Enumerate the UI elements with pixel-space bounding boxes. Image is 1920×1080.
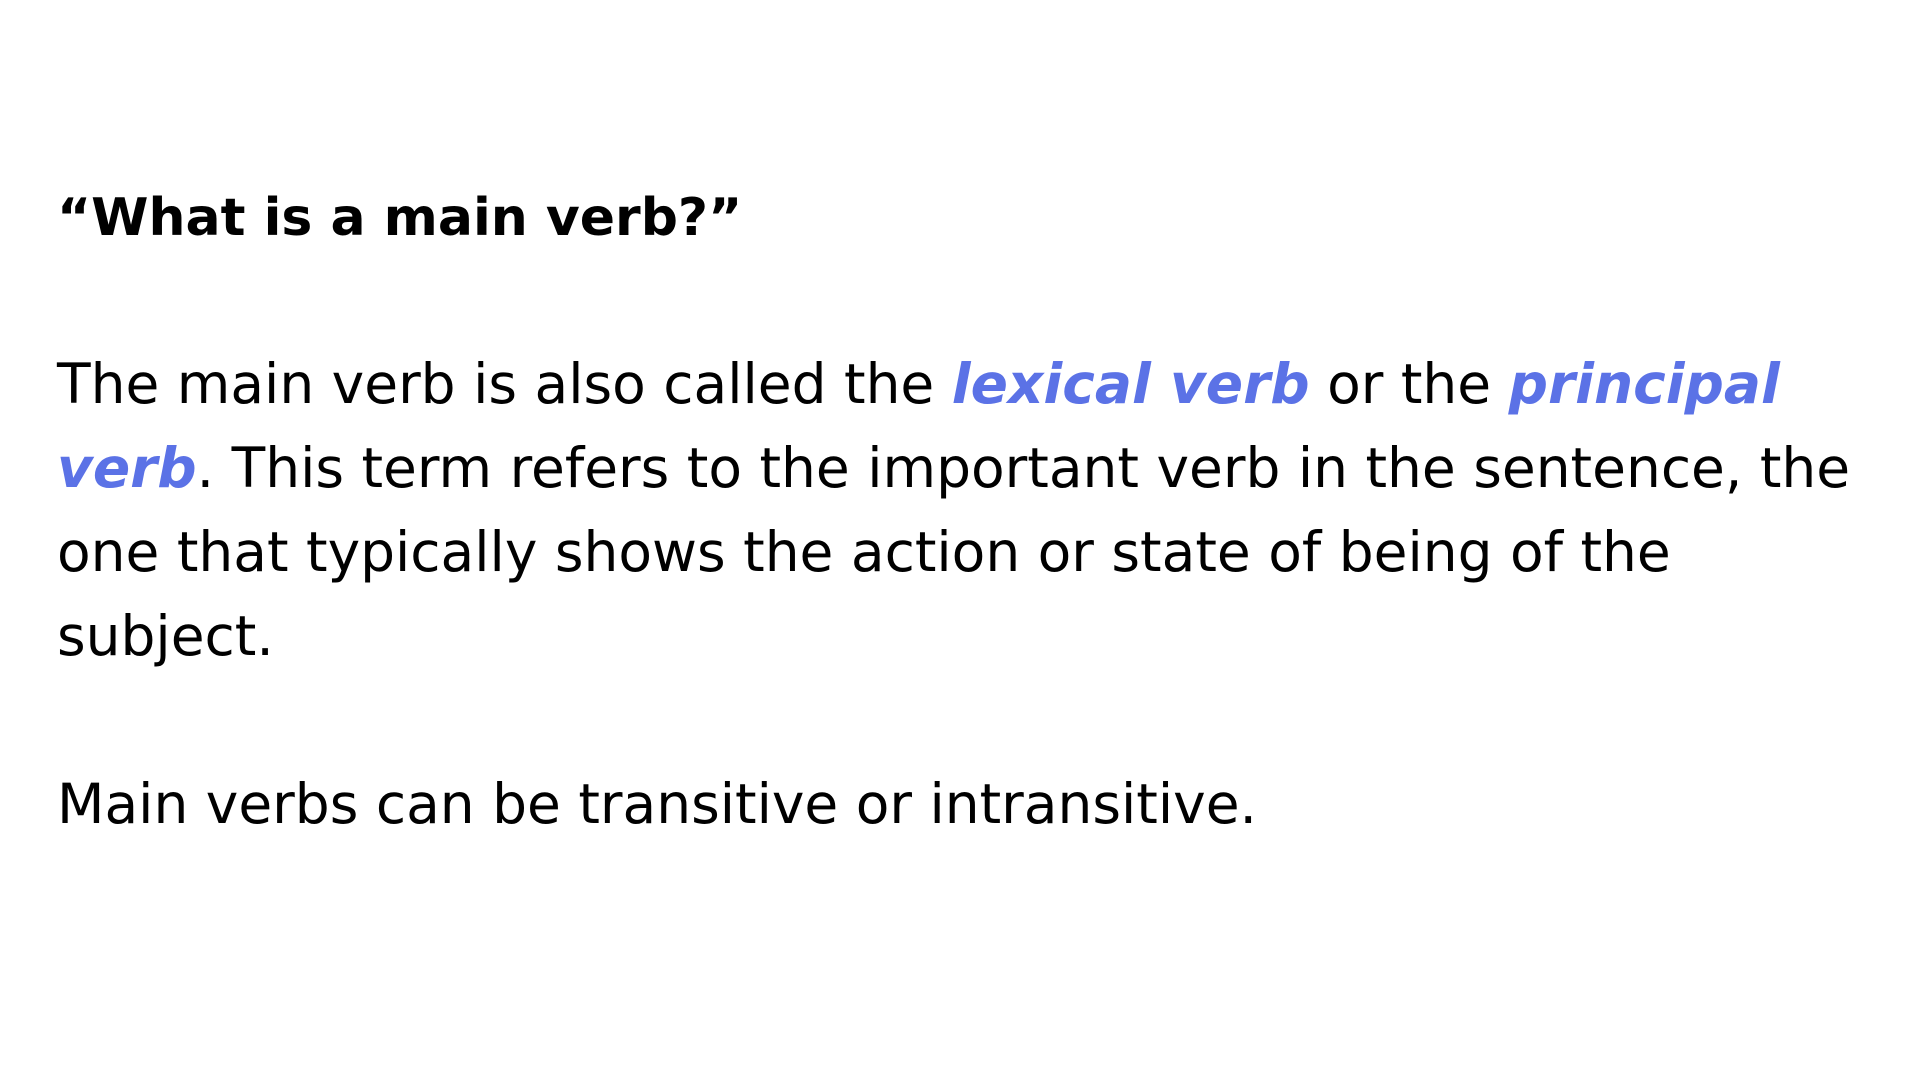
transitivity-paragraph: Main verbs can be transitive or intransi…	[57, 772, 1258, 836]
definition-text-middle: or the	[1309, 352, 1509, 416]
definition-text-end: . This term refers to the important verb…	[57, 436, 1851, 668]
document-body: “What is a main verb?” The main verb is …	[57, 180, 1877, 846]
question-heading: “What is a main verb?”	[57, 188, 743, 248]
term-lexical-verb: lexical verb	[951, 352, 1310, 416]
definition-text-start: The main verb is also called the	[57, 352, 952, 416]
definition-paragraph: The main verb is also called the lexical…	[57, 342, 1877, 678]
